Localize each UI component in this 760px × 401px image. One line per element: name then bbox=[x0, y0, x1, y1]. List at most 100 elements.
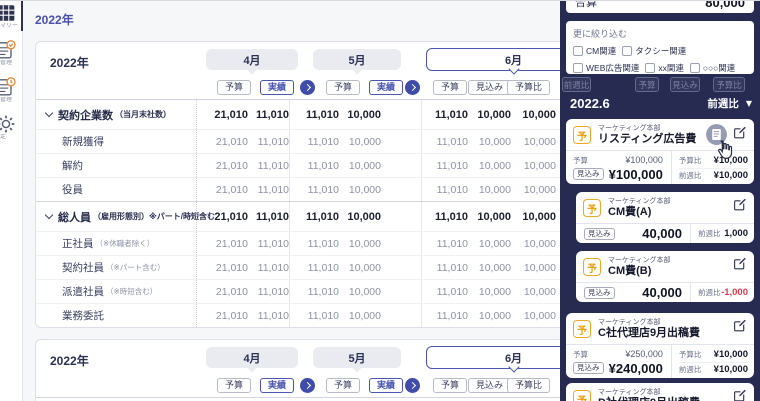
month-tab[interactable]: 6月 bbox=[426, 346, 560, 369]
column-toggle-button[interactable]: 予算 bbox=[217, 80, 251, 95]
sidebar-item-label: 管理 bbox=[0, 60, 23, 67]
filter-checkbox-○○○関連[interactable]: ○○○関連 bbox=[690, 62, 735, 74]
chevron-expand-icon[interactable] bbox=[45, 211, 53, 219]
column-toggle-button[interactable]: 予算比 bbox=[507, 80, 550, 95]
column-toggle-button[interactable]: 実績 bbox=[369, 80, 403, 95]
column-toggle-button[interactable]: 予算 bbox=[433, 80, 467, 95]
value-cell: 11,010 bbox=[289, 256, 339, 279]
value-cell: 11,010 bbox=[248, 130, 289, 153]
column-toggle-button[interactable]: 実績 bbox=[260, 378, 294, 393]
edit-note-icon[interactable] bbox=[732, 125, 747, 145]
column-toggle-button[interactable]: 見込み bbox=[468, 80, 511, 95]
filter-checkbox-CM関連[interactable]: CM関連 bbox=[573, 45, 616, 57]
card-stats-left: 見込み40,000 bbox=[576, 283, 690, 302]
card-title: D社代理店9月出稿費 bbox=[598, 397, 700, 401]
row-label-cell[interactable]: 総人員（雇用形態別）※パート/時短含む bbox=[36, 202, 196, 231]
card-stats-left: 見込み40,000 bbox=[576, 224, 690, 243]
sidebar-item-label: 管理 bbox=[0, 97, 23, 104]
clipboard-clock-icon bbox=[0, 77, 22, 97]
sidebar-item-0[interactable]: マリー bbox=[0, 3, 23, 30]
value-cell: 10,000 bbox=[468, 154, 511, 177]
next-arrow-button[interactable] bbox=[405, 378, 420, 393]
breakdown-icon[interactable] bbox=[706, 124, 727, 145]
stat-row: 予算¥250,000 bbox=[573, 347, 663, 361]
value-cell: 21,010 bbox=[196, 154, 248, 177]
value-cell: 21,010 bbox=[196, 130, 248, 153]
month-tab[interactable]: 4月 bbox=[206, 49, 298, 70]
column-toggle-button[interactable]: 実績 bbox=[369, 378, 403, 393]
table-row: 契約企業数（当月末社数）21,01011,01011,01010,00011,0… bbox=[36, 99, 560, 129]
edit-note-icon[interactable] bbox=[732, 388, 747, 401]
column-toggle-button[interactable]: 予算 bbox=[433, 378, 467, 393]
value-cell: 10,000 bbox=[339, 130, 381, 153]
card-stats-right: 前週比-1,000 bbox=[690, 283, 754, 302]
value-cell: 11,010 bbox=[421, 202, 468, 231]
column-toggle-button[interactable]: 予算比 bbox=[507, 378, 550, 393]
gear-icon bbox=[0, 114, 22, 134]
filter-checkbox-xx関連[interactable]: xx関連 bbox=[645, 62, 684, 74]
sidebar-item-3[interactable]: 定 bbox=[0, 114, 23, 141]
card-icons bbox=[706, 124, 747, 145]
next-arrow-button[interactable] bbox=[300, 80, 315, 95]
edit-note-icon[interactable] bbox=[732, 318, 747, 338]
card-titles: マーケティング本部CM費(B) bbox=[608, 256, 670, 278]
value-cell: 11,010 bbox=[421, 178, 468, 201]
card-titles: マーケティング本部CM費(A) bbox=[608, 197, 670, 219]
value-cell: 10,000 bbox=[511, 130, 556, 153]
column-toggle-button[interactable]: 予算 bbox=[326, 378, 360, 393]
row-label-cell: 契約社員（※パート含む） bbox=[36, 256, 196, 279]
value-cell: 10,000 bbox=[468, 280, 511, 303]
value-cell: 10,000 bbox=[339, 232, 381, 255]
card-header: 予マーケティング本部CM費(B) bbox=[576, 251, 754, 282]
page-title: 2022年 bbox=[35, 11, 74, 28]
row-label-cell: 派遣社員（※時短含む） bbox=[36, 280, 196, 303]
value-cell: 11,010 bbox=[421, 280, 468, 303]
column-toggle-button[interactable]: 実績 bbox=[260, 80, 294, 95]
budget-badge: 予 bbox=[583, 258, 601, 276]
next-arrow-button[interactable] bbox=[405, 80, 420, 95]
card-department: マーケティング本部 bbox=[608, 256, 670, 265]
month-tab[interactable]: 5月 bbox=[313, 49, 401, 70]
checkbox-icon bbox=[573, 63, 583, 73]
card-body: 予算¥100,000見込み¥100,000予算比¥10,000前週比¥10,00… bbox=[566, 150, 754, 184]
stat-label: 予算比 bbox=[679, 155, 702, 166]
edit-note-icon[interactable] bbox=[732, 256, 747, 276]
card-icons bbox=[732, 388, 747, 401]
stat-label: 予算 bbox=[573, 155, 588, 166]
table-rows: 契約企業数（当月末社数）21,01011,01011,01010,00011,0… bbox=[36, 99, 560, 327]
sidebar-item-2[interactable]: 管理 bbox=[0, 77, 23, 104]
column-spacer bbox=[381, 232, 421, 255]
table-row: 役員21,01011,01011,01010,00011,01010,00010… bbox=[36, 177, 560, 201]
card-department: マーケティング本部 bbox=[598, 124, 696, 133]
month-tab[interactable]: 5月 bbox=[313, 347, 401, 368]
stat-value: ¥10,000 bbox=[714, 170, 748, 181]
right-panel: 前週比予算見込み予算比 合算 80,000 更に絞り込む CM関連タクシー関連W… bbox=[560, 1, 760, 401]
card-titles: マーケティング本部リスティング広告費 bbox=[598, 124, 696, 146]
value-cell: 21,010 bbox=[196, 304, 248, 327]
column-toggle-button[interactable]: 予算 bbox=[326, 80, 360, 95]
value-cell: 11,010 bbox=[248, 304, 289, 327]
column-toggle-button[interactable]: 見込み bbox=[468, 378, 511, 393]
value-cell: 10,000 bbox=[339, 100, 381, 129]
row-label-note: （当月末社数） bbox=[115, 109, 171, 120]
row-label-cell[interactable]: 契約企業数（当月末社数） bbox=[36, 100, 196, 129]
filter-checkbox-WEB広告関連[interactable]: WEB広告関連 bbox=[573, 62, 639, 74]
month-tab[interactable]: 6月 bbox=[426, 48, 560, 71]
metric-dropdown[interactable]: 前週比 ▼ bbox=[707, 96, 752, 111]
filter-checkbox-タクシー関連[interactable]: タクシー関連 bbox=[622, 45, 686, 57]
value-cell: 11,010 bbox=[421, 100, 468, 129]
column-toggle-button[interactable]: 予算 bbox=[217, 378, 251, 393]
row-label: 契約社員 bbox=[62, 260, 104, 275]
card-title: CM費(B) bbox=[608, 265, 670, 278]
next-arrow-button[interactable] bbox=[300, 378, 315, 393]
sidebar-item-1[interactable]: 管理 bbox=[0, 40, 23, 67]
checkbox-icon bbox=[573, 46, 583, 56]
forecast-chip: 見込み bbox=[584, 228, 615, 240]
edit-note-icon[interactable] bbox=[732, 197, 747, 217]
value-cell: 10,000 bbox=[511, 280, 556, 303]
chevron-expand-icon[interactable] bbox=[45, 109, 53, 117]
value-cell: 10,000 bbox=[468, 100, 511, 129]
value-cell: 11,010 bbox=[248, 178, 289, 201]
month-tab[interactable]: 4月 bbox=[206, 347, 298, 368]
column-spacer bbox=[381, 100, 421, 129]
